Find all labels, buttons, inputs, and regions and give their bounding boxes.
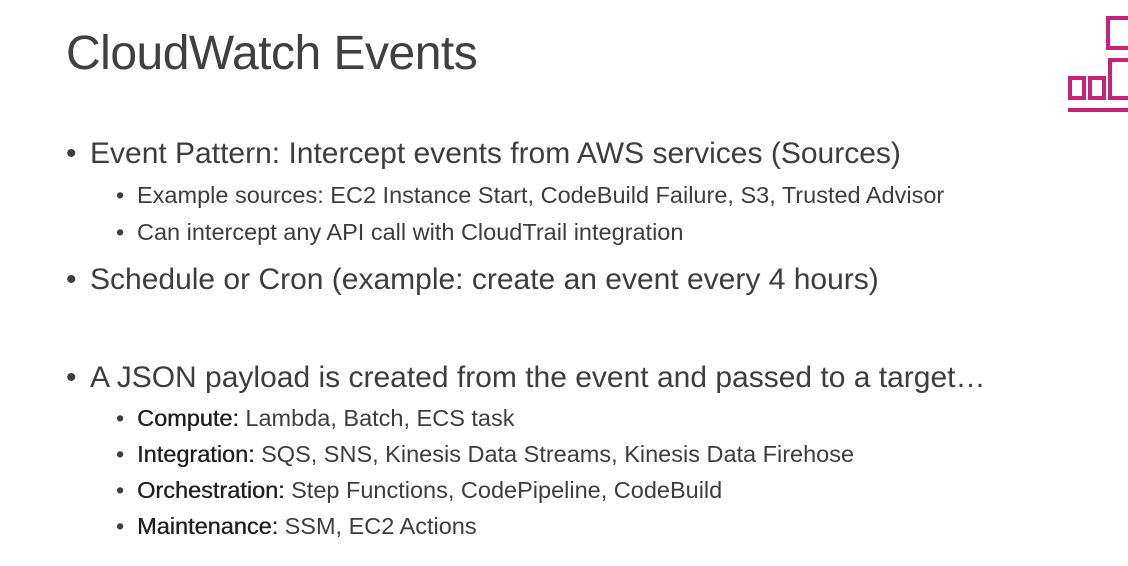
target-text: Lambda, Batch, ECS task — [238, 405, 515, 431]
bullet-marker: • — [116, 513, 125, 539]
bullet-text: Example sources: EC2 Instance Start, Cod… — [137, 182, 945, 208]
target-label: Maintenance: — [137, 513, 279, 539]
target-text: SSM, EC2 Actions — [278, 513, 477, 539]
target-label: Orchestration: — [137, 477, 285, 503]
bullet-marker: • — [116, 477, 125, 503]
bullet-marker: • — [116, 182, 125, 208]
target-label: Integration: — [137, 441, 255, 467]
sub-bullet-example-sources: • Example sources: EC2 Instance Start, Co… — [116, 182, 945, 208]
bullet-marker: • — [66, 361, 77, 394]
bullet-text: Schedule or Cron (example: create an eve… — [90, 263, 879, 296]
bullet-marker: • — [116, 219, 125, 245]
cloudwatch-bar-chart-icon — [1068, 16, 1128, 112]
bullet-schedule-cron: • Schedule or Cron (example: create an ev… — [66, 265, 879, 295]
target-text: Step Functions, CodePipeline, CodeBuild — [284, 477, 723, 503]
sub-bullet-cloudtrail: • Can intercept any API call with CloudTr… — [116, 219, 684, 245]
target-orchestration: • Orchestration: Step Functions, CodePipe… — [116, 477, 723, 503]
target-integration: • Integration: SQS, SNS, Kinesis Data Str… — [116, 441, 855, 467]
bullet-text: Event Pattern: Intercept events from AWS… — [90, 137, 901, 170]
slide-title: CloudWatch Events — [66, 27, 478, 80]
bullet-json-payload: • A JSON payload is created from the even… — [66, 363, 986, 393]
bullet-event-pattern: • Event Pattern: Intercept events from AW… — [66, 139, 901, 169]
bullet-marker: • — [116, 441, 125, 467]
target-maintenance: • Maintenance: SSM, EC2 Actions — [116, 513, 477, 539]
target-text: SQS, SNS, Kinesis Data Streams, Kinesis … — [254, 441, 855, 467]
bullet-text: A JSON payload is created from the event… — [90, 361, 986, 394]
target-compute: • Compute: Lambda, Batch, ECS task — [116, 405, 515, 431]
target-label: Compute: — [137, 405, 239, 431]
bullet-marker: • — [116, 405, 125, 431]
bullet-marker: • — [66, 263, 77, 296]
bullet-text: Can intercept any API call with CloudTra… — [137, 219, 684, 245]
bullet-marker: • — [66, 137, 77, 170]
